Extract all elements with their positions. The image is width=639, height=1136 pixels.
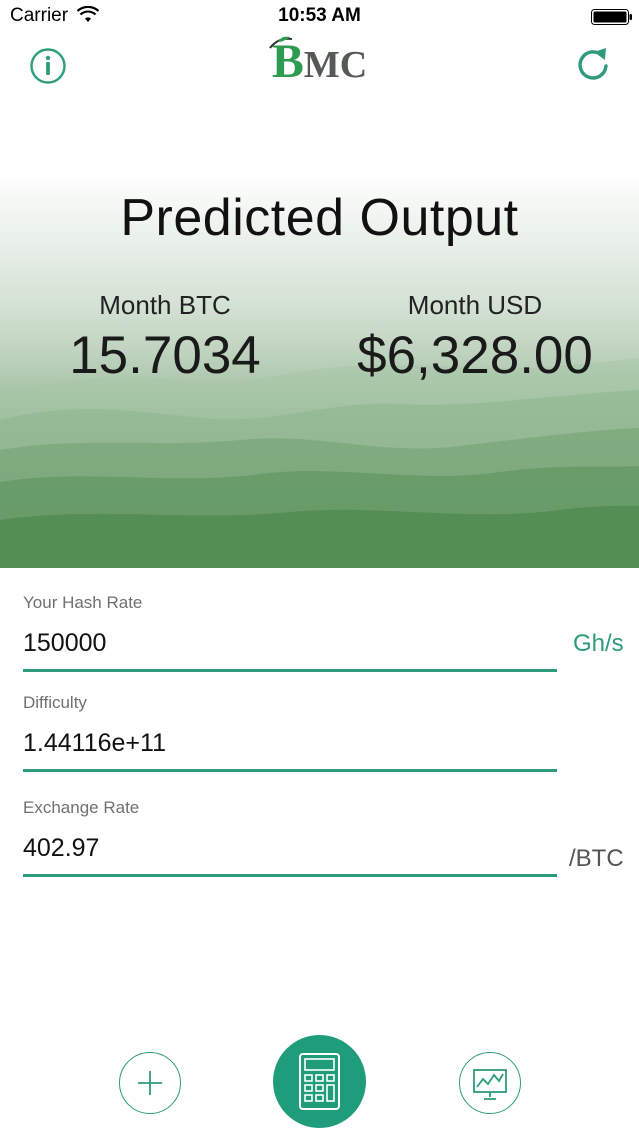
calculator-icon — [299, 1053, 340, 1110]
status-bar: Carrier 10:53 AM — [0, 0, 639, 34]
logo-letters-mc: MC — [303, 44, 368, 86]
hash-rate-field: Your Hash Rate — [23, 593, 557, 672]
hash-rate-unit: Gh/s — [573, 630, 624, 657]
chart-button[interactable] — [459, 1052, 521, 1114]
hash-rate-label: Your Hash Rate — [23, 593, 143, 612]
month-btc-stat: Month BTC 15.7034 — [40, 290, 290, 386]
month-usd-label: Month USD — [407, 290, 543, 320]
plus-icon — [138, 1071, 162, 1095]
hash-rate-underline — [23, 669, 557, 672]
month-usd-stat: Month USD $6,328.00 — [330, 290, 620, 386]
leaf-icon — [269, 36, 292, 49]
exchange-rate-input[interactable] — [23, 832, 557, 864]
exchange-rate-label: Exchange Rate — [23, 798, 140, 817]
battery-icon — [591, 9, 632, 25]
refresh-button[interactable] — [575, 44, 611, 84]
month-btc-label: Month BTC — [99, 290, 231, 320]
app-logo: BMC — [0, 34, 639, 90]
calculator-button[interactable] — [273, 1035, 366, 1128]
difficulty-label: Difficulty — [23, 693, 87, 712]
add-button[interactable] — [119, 1052, 181, 1114]
chart-icon — [473, 1069, 507, 1100]
month-usd-value: $6,328.00 — [357, 326, 593, 385]
month-btc-value: 15.7034 — [69, 326, 261, 385]
difficulty-underline — [23, 769, 557, 772]
hash-rate-input[interactable] — [23, 627, 557, 659]
exchange-rate-unit: /BTC — [569, 845, 624, 872]
exchange-rate-field: Exchange Rate — [23, 798, 557, 877]
difficulty-field: Difficulty — [23, 693, 557, 772]
difficulty-input[interactable] — [23, 727, 557, 759]
exchange-rate-underline — [23, 874, 557, 877]
status-time: 10:53 AM — [278, 5, 361, 26]
app-screen: Carrier 10:53 AM BMC Predicted Output Mo… — [0, 0, 639, 1136]
predicted-output-title: Predicted Output — [120, 189, 519, 247]
